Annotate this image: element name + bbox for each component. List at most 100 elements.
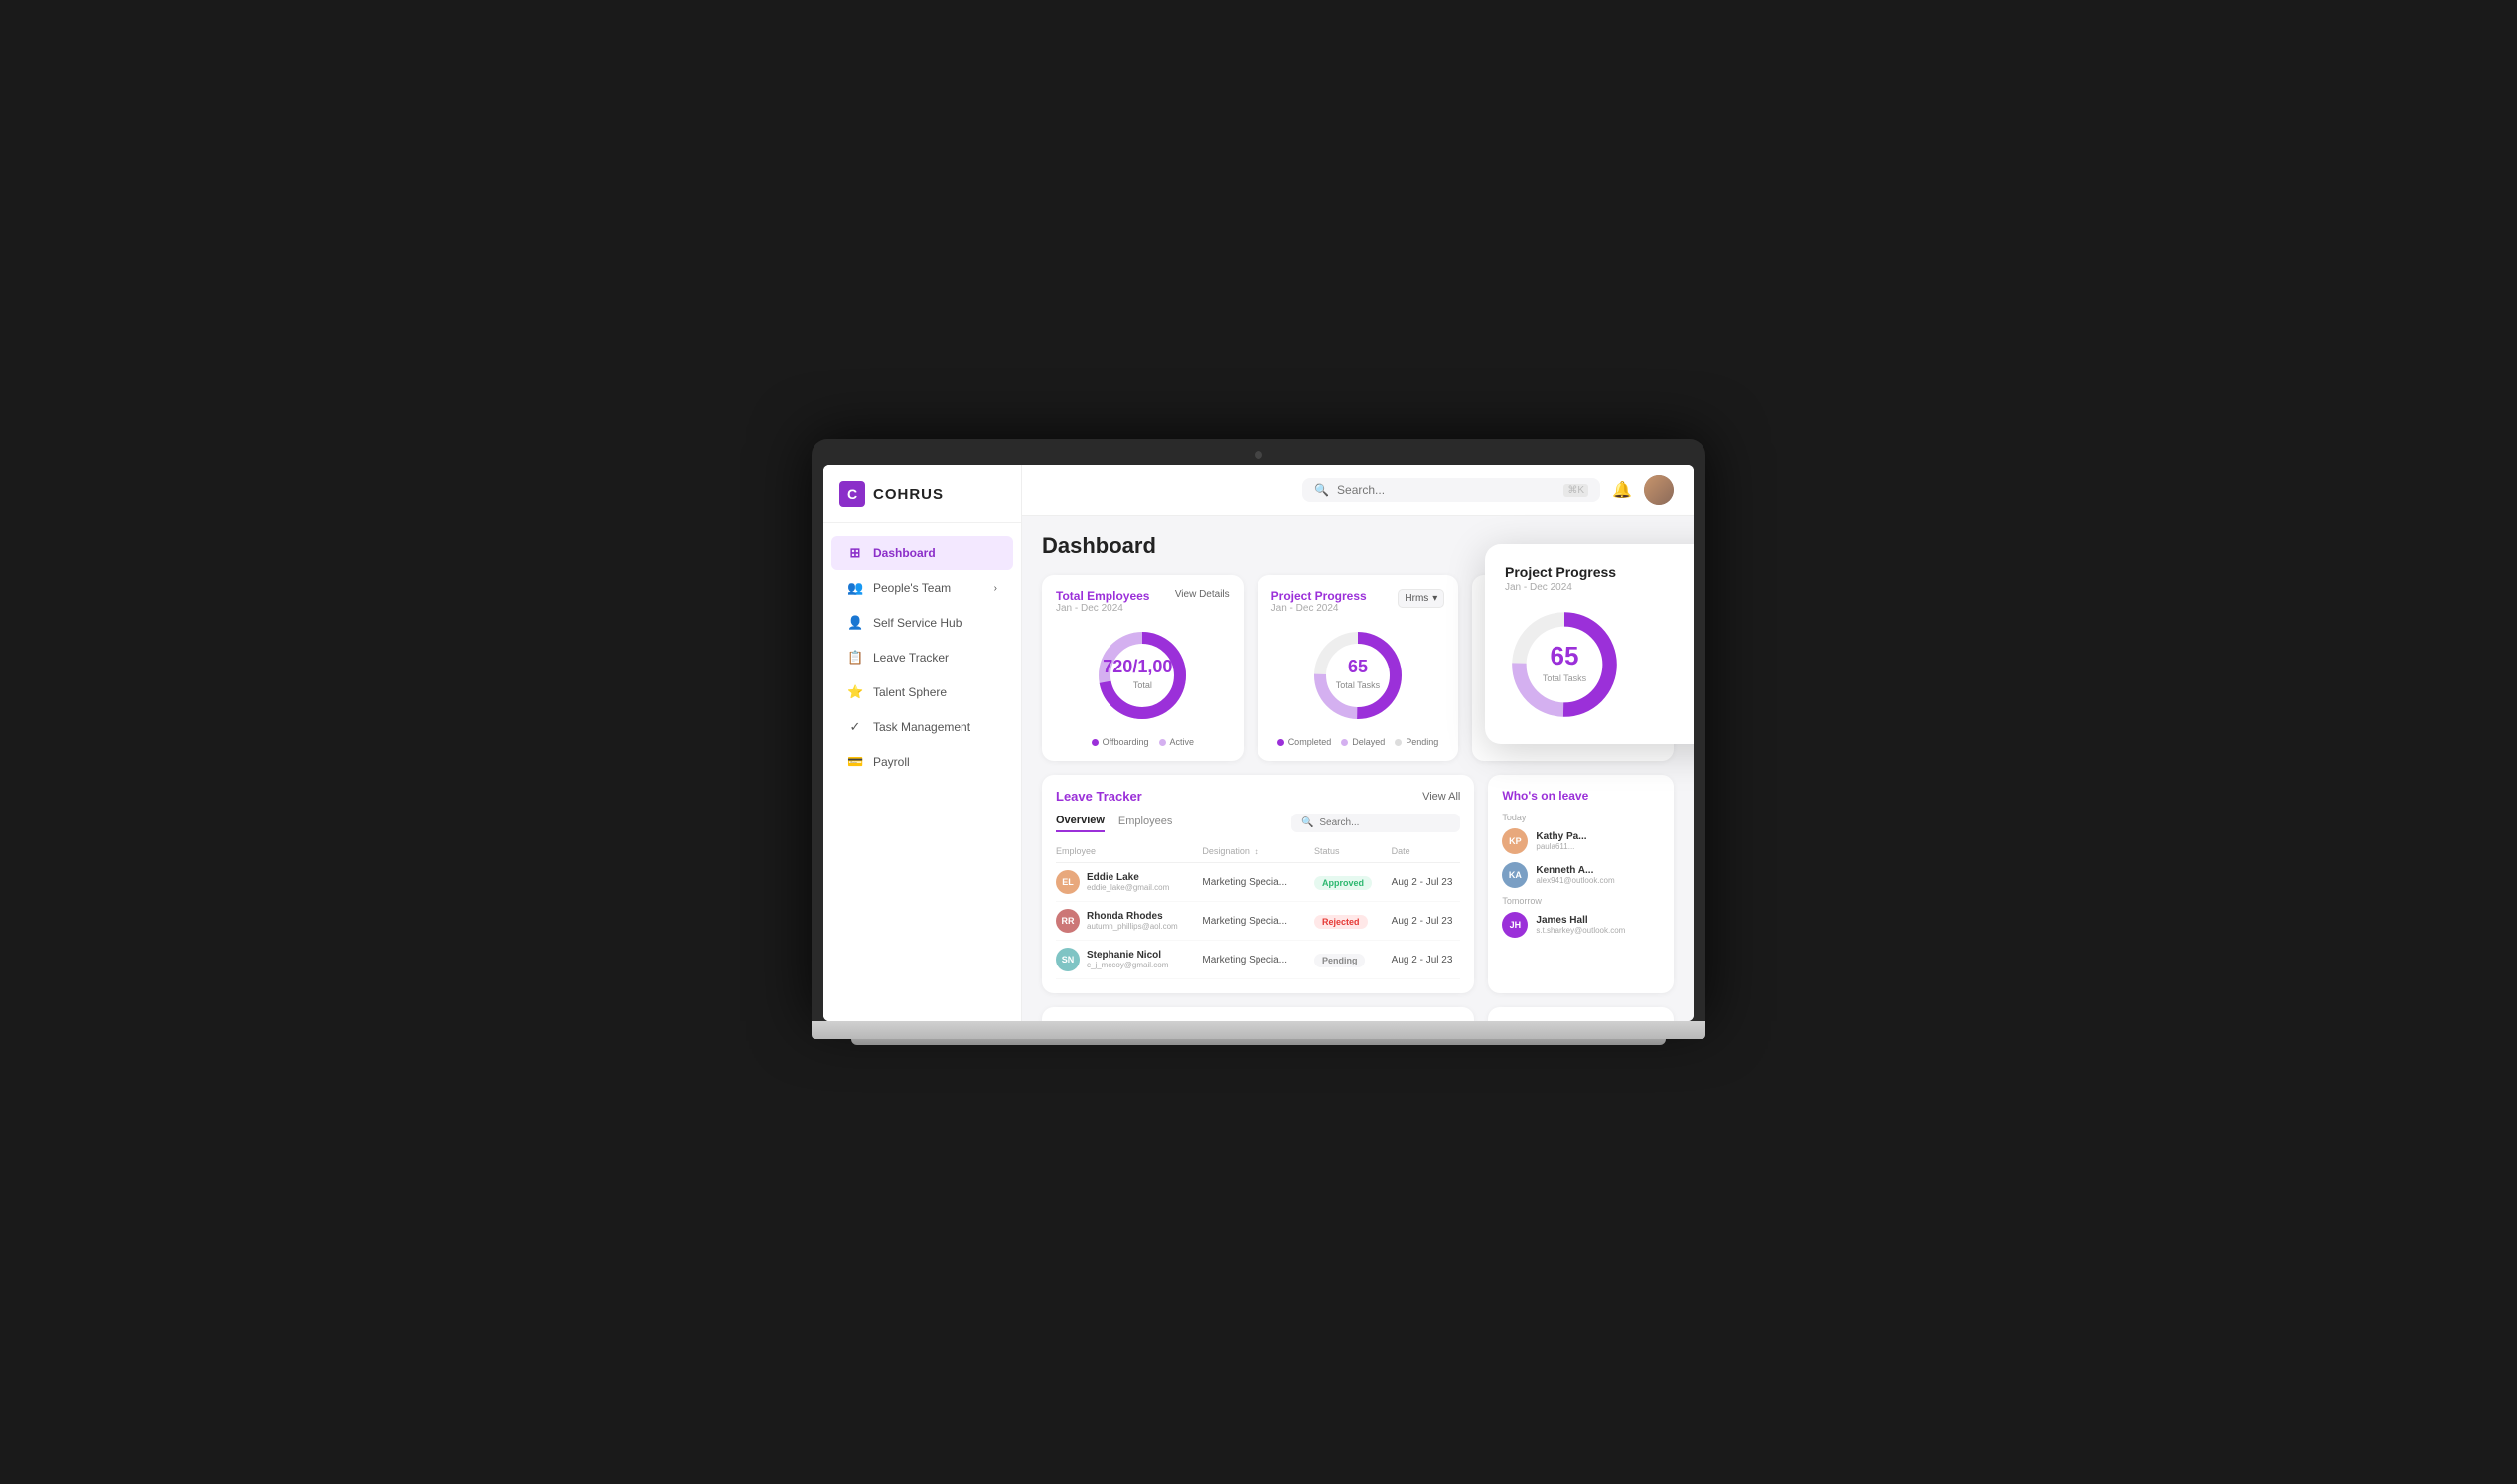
emp-email-0: eddie_lake@gmail.com [1087,883,1169,892]
leave-search-input[interactable] [1319,817,1450,828]
emp-avatar-1: RR [1056,909,1080,933]
leave-tracker-header: Leave Tracker View All [1056,789,1460,804]
date-1: Aug 2 - Jul 23 [1392,916,1461,927]
talent-row: Talent Sphere View All Ongoing Processes [1042,1007,1674,1021]
designation-0: Marketing Specia... [1202,877,1306,888]
bottom-row: Leave Tracker View All Overview Employee… [1042,775,1674,993]
project-progress-card: Project Progress Jan - Dec 2024 Hrms ▾ [1258,575,1459,761]
project-progress-legend: Completed Delayed Pending [1271,737,1445,747]
designation-1: Marketing Specia... [1202,916,1306,927]
chevron-icon: › [994,583,997,594]
sidebar-item-talent-sphere[interactable]: ⭐ Talent Sphere [831,675,1013,709]
peoples-team-icon: 👥 [847,580,863,596]
dashboard-icon: ⊞ [847,545,863,561]
date-0: Aug 2 - Jul 23 [1392,877,1461,888]
status-cell-0: Approved [1314,873,1384,891]
tab-overview[interactable]: Overview [1056,815,1105,832]
sidebar-item-payroll[interactable]: 💳 Payroll [831,745,1013,779]
total-employees-sub: Total [1133,680,1152,690]
legend-pending: Pending [1395,737,1438,747]
sidebar-item-label: Dashboard [873,546,936,560]
project-progress-number: 65 [1336,658,1380,675]
whos-on-leave-card: Who's on leave Today KP Kathy Pa... paul… [1488,775,1674,993]
leave-search[interactable]: 🔍 [1291,814,1460,832]
total-employees-view-btn[interactable]: View Details [1175,589,1230,600]
popup-number: 65 [1543,643,1586,668]
emp-name-1: Rhonda Rhodes [1087,911,1178,922]
col-employee: Employee [1056,846,1194,856]
today-label: Today [1502,813,1660,822]
employee-cell-1: RR Rhonda Rhodes autumn_phillips@aol.com [1056,909,1194,933]
sidebar-item-label: People's Team [873,581,951,595]
wol-name-2: James Hall [1536,915,1625,926]
search-bar[interactable]: 🔍 ⌘K [1302,478,1600,502]
wol-avatar-1: KA [1502,862,1528,888]
project-progress-dropdown[interactable]: Hrms ▾ [1398,589,1444,608]
leave-tracker-tabs: Overview Employees 🔍 [1056,814,1460,832]
logo-text: COHRUS [873,486,944,503]
wol-person-0: KP Kathy Pa... paula611... [1502,828,1660,854]
sort-icon[interactable]: ↕ [1254,847,1258,856]
laptop-foot [851,1039,1666,1045]
search-input[interactable] [1337,483,1555,497]
sidebar-item-label: Self Service Hub [873,616,962,630]
sidebar-item-self-service[interactable]: 👤 Self Service Hub [831,606,1013,640]
nav-items: ⊞ Dashboard 👥 People's Team › 👤 Self Ser… [823,535,1021,1005]
payroll-icon: 💳 [847,754,863,770]
sidebar-item-label: Task Management [873,720,970,734]
total-employees-chart: 720/1,000 Total [1056,616,1230,731]
status-cell-1: Rejected [1314,912,1384,930]
pending-dot [1395,739,1402,746]
total-employees-number: 720/1,000 [1103,658,1182,675]
leave-tracker-card: Leave Tracker View All Overview Employee… [1042,775,1474,993]
offboarding-dot [1092,739,1099,746]
task-management-icon: ✓ [847,719,863,735]
tab-employees[interactable]: Employees [1118,816,1172,831]
wol-person-1: KA Kenneth A... alex941@outlook.com [1502,862,1660,888]
sidebar: C COHRUS ⊞ Dashboard 👥 People's Team › [823,465,1022,1021]
sidebar-item-label: Leave Tracker [873,651,949,665]
status-badge-2: Pending [1314,954,1366,967]
popup-title: Project Progress [1505,564,1694,580]
ongoing-processes-card: Ongoing Processes [1488,1007,1674,1021]
table-row: RR Rhonda Rhodes autumn_phillips@aol.com… [1056,902,1460,941]
popup-donut: 65 Total Tasks [1505,605,1624,724]
app-container: C COHRUS ⊞ Dashboard 👥 People's Team › [823,465,1694,1021]
project-progress-sub: Total Tasks [1336,680,1380,690]
emp-name-0: Eddie Lake [1087,872,1169,883]
whos-on-leave-title: Who's on leave [1502,789,1660,803]
popup-left: Project Progress Jan - Dec 2024 65 Total… [1505,564,1694,724]
emp-email-2: c_j_mccoy@gmail.com [1087,961,1168,969]
project-progress-title: Project Progress [1271,589,1367,603]
sidebar-item-task-management[interactable]: ✓ Task Management [831,710,1013,744]
talent-sphere-card: Talent Sphere View All [1042,1007,1474,1021]
emp-name-2: Stephanie Nicol [1087,950,1168,961]
self-service-icon: 👤 [847,615,863,631]
status-badge-0: Approved [1314,876,1372,890]
emp-avatar-2: SN [1056,948,1080,971]
sidebar-item-peoples-team[interactable]: 👥 People's Team › [831,571,1013,605]
emp-email-1: autumn_phillips@aol.com [1087,922,1178,931]
table-header: Employee Designation ↕ Status Date [1056,842,1460,863]
search-icon: 🔍 [1301,817,1313,828]
tomorrow-label: Tomorrow [1502,896,1660,906]
legend-delayed: Delayed [1341,737,1385,747]
employee-cell-2: SN Stephanie Nicol c_j_mccoy@gmail.com [1056,948,1194,971]
col-status: Status [1314,846,1384,856]
notification-bell-icon[interactable]: 🔔 [1612,480,1632,500]
project-progress-popup: Project Progress Jan - Dec 2024 65 Total… [1485,544,1694,744]
sidebar-item-dashboard[interactable]: ⊞ Dashboard [831,536,1013,570]
total-employees-subtitle: Jan - Dec 2024 [1056,603,1149,614]
sidebar-item-leave-tracker[interactable]: 📋 Leave Tracker [831,641,1013,674]
user-avatar[interactable] [1644,475,1674,505]
wol-name-1: Kenneth A... [1536,865,1614,876]
legend-offboarding: Offboarding [1092,737,1149,747]
chevron-down-icon: ▾ [1432,593,1437,604]
popup-sub-label: Total Tasks [1543,673,1586,683]
legend-active: Active [1159,737,1195,747]
project-progress-donut: 65 Total Tasks [1308,626,1407,725]
popup-subtitle: Jan - Dec 2024 [1505,582,1694,593]
total-employees-legend: Offboarding Active [1056,737,1230,747]
total-employees-title: Total Employees [1056,589,1149,603]
leave-tracker-view-all[interactable]: View All [1422,791,1460,803]
